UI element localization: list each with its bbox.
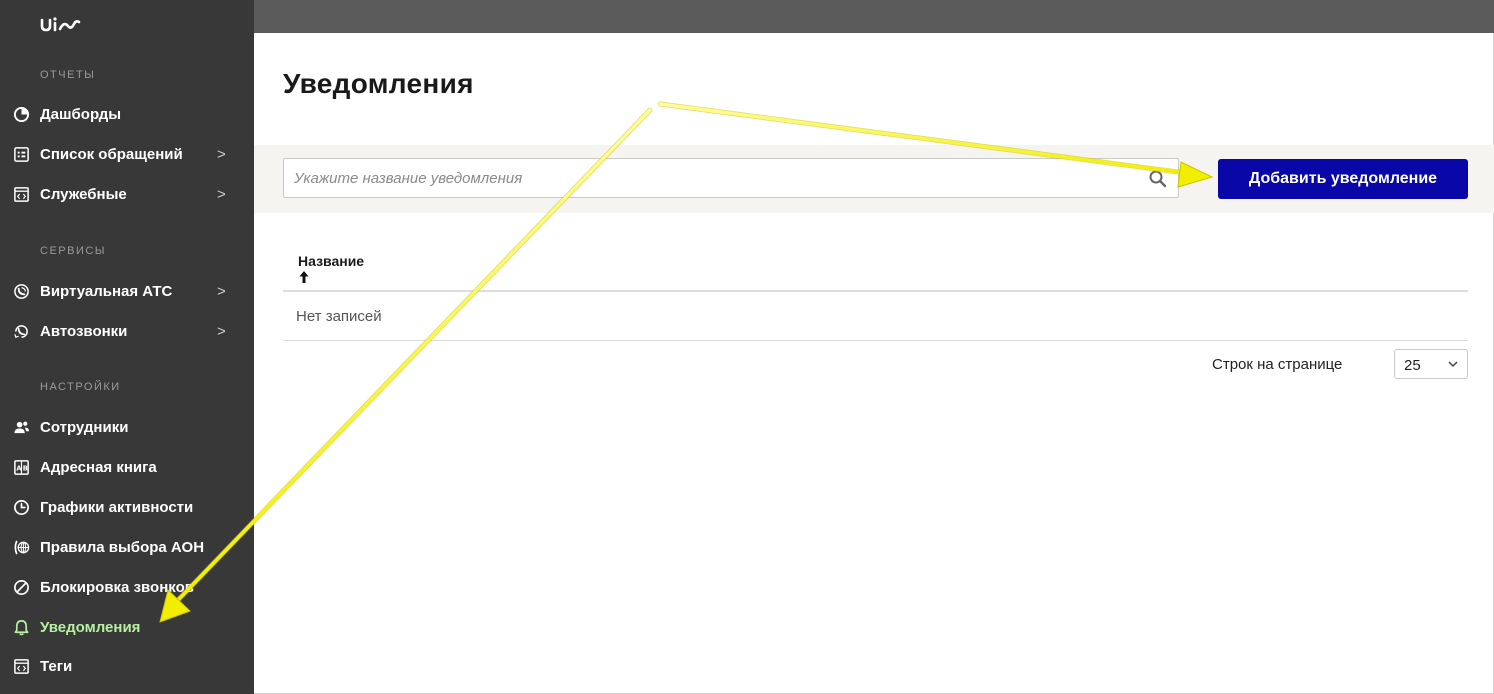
svg-text:B: B <box>22 464 27 472</box>
sidebar-item-label: Дашборды <box>40 105 122 123</box>
search-icon[interactable] <box>1148 169 1168 189</box>
list-icon <box>12 145 30 163</box>
sidebar-item-aon-rules[interactable]: Правила выбора АОН <box>0 533 254 561</box>
sidebar-item-employees[interactable]: Сотрудники <box>0 413 254 441</box>
sidebar-item-label: Уведомления <box>40 618 141 636</box>
section-title-services: СЕРВИСЫ <box>40 245 107 257</box>
sidebar-item-virtual-pbx[interactable]: Виртуальная АТС > <box>0 277 254 305</box>
section-title-settings: НАСТРОЙКИ <box>40 381 121 393</box>
table-empty-message: Нет записей <box>296 308 382 325</box>
chevron-down-icon <box>1448 361 1458 368</box>
chevron-right-icon: > <box>217 282 226 300</box>
logo[interactable]: uim <box>40 16 82 32</box>
sidebar-item-label: Служебные <box>40 185 127 203</box>
sidebar-item-notifications[interactable]: Уведомления <box>0 613 254 641</box>
column-header-name[interactable]: Название <box>298 253 364 269</box>
sidebar-item-label: Список обращений <box>40 145 183 163</box>
logo-icon <box>40 17 81 32</box>
sidebar-item-label: Адресная книга <box>40 458 157 476</box>
svg-text:A: A <box>16 464 22 472</box>
search-input[interactable] <box>284 159 1144 197</box>
rows-per-page-label: Строк на странице <box>1212 356 1343 373</box>
sidebar-item-address-book[interactable]: AB Адресная книга <box>0 453 254 481</box>
table-row-divider <box>283 340 1468 341</box>
block-icon <box>12 578 30 596</box>
sidebar-item-requests[interactable]: Список обращений > <box>0 140 254 168</box>
sidebar-item-label: Автозвонки <box>40 322 128 340</box>
sidebar-item-label: Теги <box>40 657 73 675</box>
rows-per-page-value: 25 <box>1404 357 1421 374</box>
sidebar-item-dashboards[interactable]: Дашборды <box>0 100 254 128</box>
code-window-icon <box>12 657 30 675</box>
section-title-reports: ОТЧЕТЫ <box>40 69 96 81</box>
bell-icon <box>12 618 30 636</box>
arrow-up-icon[interactable] <box>298 270 310 284</box>
phone-wave-icon <box>12 282 30 300</box>
phone-globe-icon <box>12 538 30 556</box>
phone-auto-icon <box>12 322 30 340</box>
chevron-right-icon: > <box>217 145 226 163</box>
pie-chart-icon <box>12 105 30 123</box>
sidebar-item-label: Виртуальная АТС <box>40 282 173 300</box>
address-book-icon: AB <box>12 458 30 476</box>
sidebar-item-service[interactable]: Служебные > <box>0 180 254 208</box>
sidebar-item-label: Блокировка звонков <box>40 578 194 596</box>
chevron-right-icon: > <box>217 322 226 340</box>
rows-per-page-select[interactable]: 25 <box>1394 349 1468 379</box>
clock-icon <box>12 498 30 516</box>
sidebar-item-call-blocking[interactable]: Блокировка звонков <box>0 573 254 601</box>
chevron-right-icon: > <box>217 185 226 203</box>
code-window-icon <box>12 185 30 203</box>
sidebar-item-activity-schedules[interactable]: Графики активности <box>0 493 254 521</box>
sidebar-item-autocalls[interactable]: Автозвонки > <box>0 317 254 345</box>
search-field[interactable] <box>283 158 1179 198</box>
top-bar <box>254 0 1494 33</box>
sidebar-item-label: Правила выбора АОН <box>40 538 205 556</box>
sidebar-item-tags[interactable]: Теги <box>0 652 254 680</box>
sidebar-item-label: Графики активности <box>40 498 194 516</box>
add-notification-button[interactable]: Добавить уведомление <box>1218 159 1468 199</box>
table-header-divider <box>283 290 1468 292</box>
page-title: Уведомления <box>283 68 474 99</box>
sidebar: uim ОТЧЕТЫ Дашборды Список обращений > С… <box>0 0 254 694</box>
sidebar-item-label: Сотрудники <box>40 418 129 436</box>
users-icon <box>12 418 30 436</box>
